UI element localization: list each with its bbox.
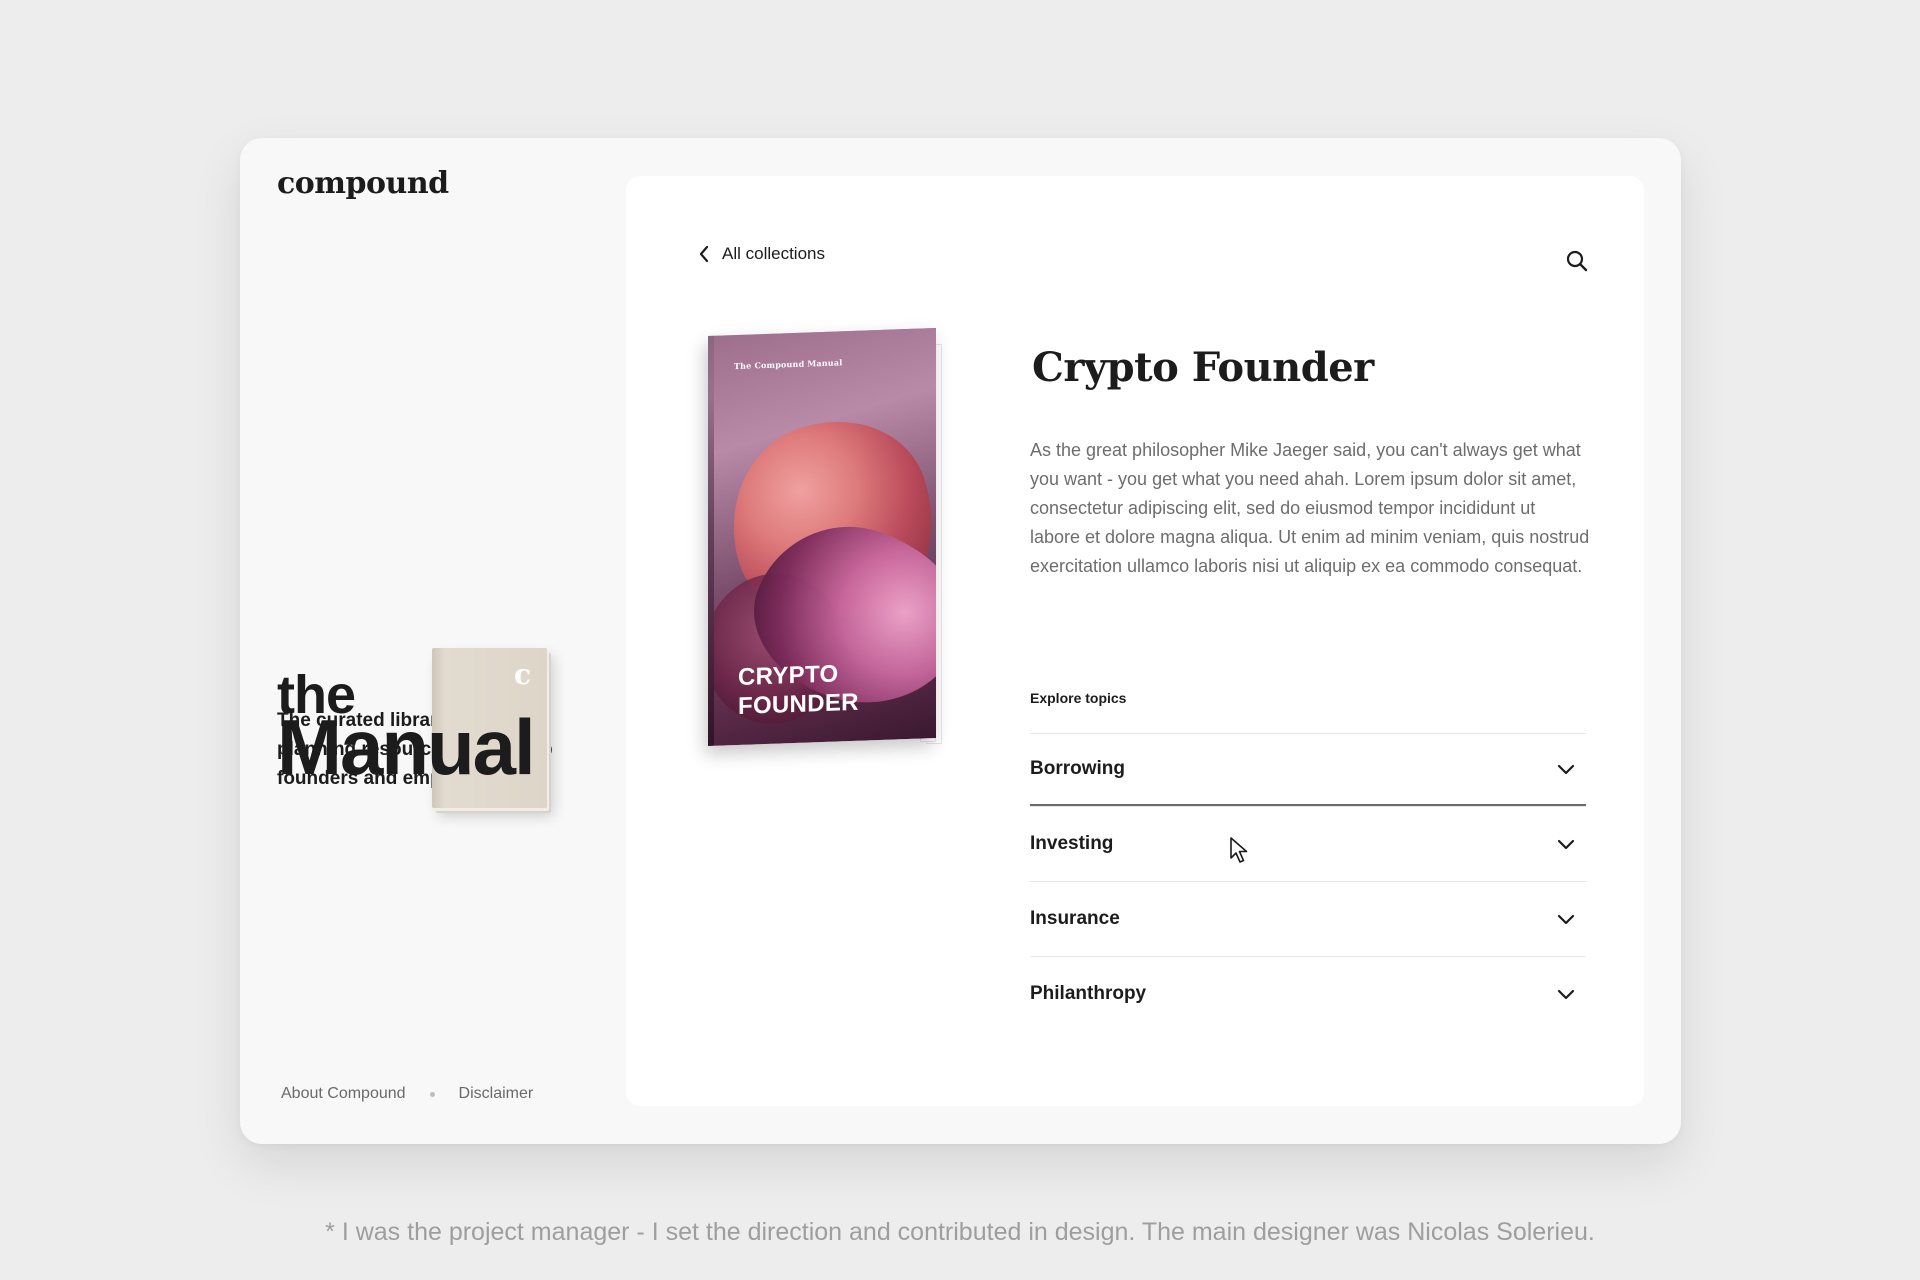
project-caption: * I was the project manager - I set the … — [325, 1218, 1595, 1246]
back-to-collections-button[interactable]: All collections — [698, 244, 825, 264]
book-cover-art: The Compound Manual CRYPTO FOUNDER — [708, 328, 936, 746]
topic-borrowing[interactable]: Borrowing — [1030, 733, 1586, 806]
cover-title: CRYPTO FOUNDER — [738, 660, 859, 720]
compound-logo[interactable]: compound — [277, 166, 449, 201]
about-compound-link[interactable]: About Compound — [281, 1085, 406, 1103]
chevron-down-icon — [1557, 989, 1575, 1000]
mouse-pointer-icon — [1230, 837, 1248, 863]
topic-insurance[interactable]: Insurance — [1030, 881, 1586, 956]
topic-label: Investing — [1030, 833, 1114, 854]
chevron-down-icon — [1557, 914, 1575, 925]
book-logo-mark: c — [513, 658, 531, 691]
collection-title: Crypto Founder — [1032, 344, 1374, 391]
chevron-down-icon — [1557, 764, 1575, 775]
explore-topics-heading: Explore topics — [1030, 690, 1127, 706]
search-icon — [1566, 250, 1588, 272]
footer-links: About Compound Disclaimer — [281, 1085, 533, 1103]
collection-book-cover: The Compound Manual CRYPTO FOUNDER — [708, 328, 968, 756]
topic-investing[interactable]: Investing — [1030, 806, 1586, 881]
app-frame: compound c the Manual The curated librar… — [240, 138, 1681, 1144]
topic-label: Philanthropy — [1030, 983, 1147, 1004]
topic-label: Insurance — [1030, 908, 1120, 929]
manual-hero: c the Manual — [277, 508, 577, 808]
cover-series-label: The Compound Manual — [734, 357, 843, 372]
hero-manual-text: Manual — [277, 703, 536, 791]
topic-label: Borrowing — [1030, 758, 1125, 779]
collection-description: As the great philosopher Mike Jaeger sai… — [1030, 440, 1590, 576]
topics-accordion: Borrowing Investing Insurance Philanthro… — [1030, 733, 1586, 1031]
disclaimer-link[interactable]: Disclaimer — [459, 1085, 534, 1103]
collection-panel: All collections The Compound Manual CRYP… — [626, 176, 1644, 1106]
chevron-down-icon — [1557, 839, 1575, 850]
chevron-left-icon — [699, 245, 709, 263]
back-label: All collections — [722, 244, 825, 263]
separator-dot — [429, 1091, 435, 1097]
topic-philanthropy[interactable]: Philanthropy — [1030, 956, 1586, 1031]
search-button[interactable] — [1564, 248, 1590, 274]
